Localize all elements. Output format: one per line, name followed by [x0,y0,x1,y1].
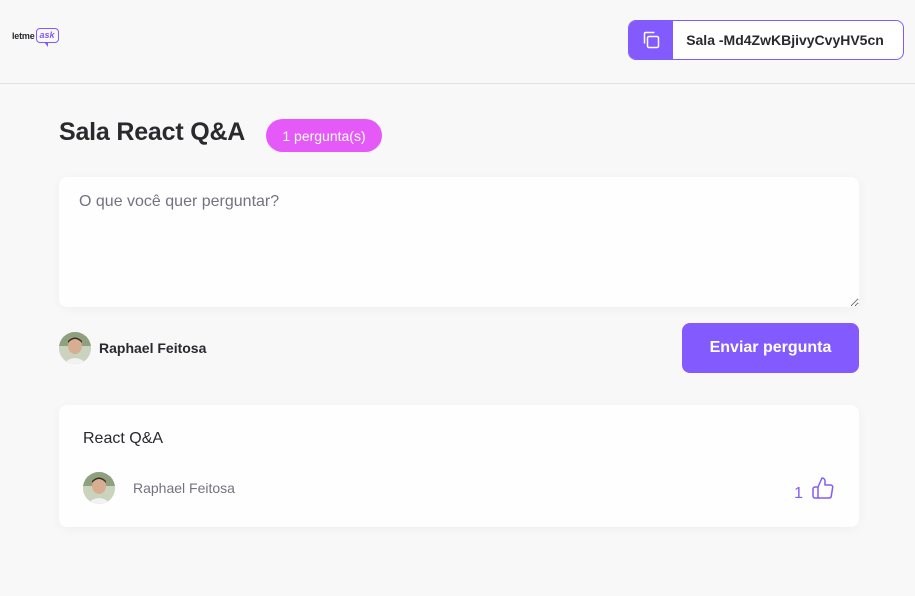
thumbs-up-icon [811,476,835,503]
page-title: Sala React Q&A [59,118,246,146]
letmeask-logo[interactable]: letme ask [12,28,59,47]
question-author: Raphael Feitosa [83,472,235,504]
room-code-text: Sala -Md4ZwKBjivyCvyHV5cn [686,32,884,48]
like-button[interactable]: 1 [794,476,835,503]
avatar [83,472,115,504]
question-author-name: Raphael Feitosa [133,480,235,496]
header: letme ask Sala -Md4ZwKBjivyCvyHV5cn [0,0,915,84]
copy-icon[interactable] [629,21,673,59]
like-count: 1 [794,485,803,502]
send-question-button[interactable]: Enviar pergunta [682,323,859,373]
question-content: React Q&A [83,430,164,447]
user-info: Raphael Feitosa [59,332,206,364]
question-card: React Q&A Raphael Feitosa 1 [59,405,859,527]
question-count-badge: 1 pergunta(s) [266,119,382,152]
logo-bubble: ask [35,28,59,47]
user-name: Raphael Feitosa [99,340,207,356]
logo-word: letme [12,30,35,41]
room-code-button[interactable]: Sala -Md4ZwKBjivyCvyHV5cn [628,20,904,60]
question-input[interactable] [59,177,859,307]
avatar [59,332,91,364]
